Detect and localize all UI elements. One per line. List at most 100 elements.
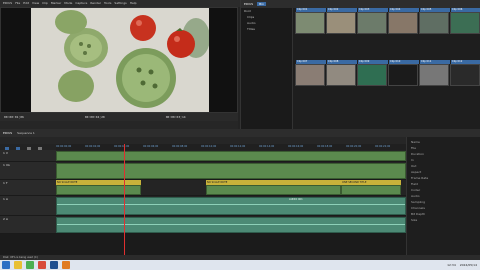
audio-clip[interactable]: AUDIO 001 bbox=[56, 197, 406, 215]
bin-clip-label: Clip 009 bbox=[358, 60, 388, 64]
track-name: 1 A bbox=[3, 197, 8, 201]
video-clip[interactable] bbox=[56, 151, 406, 161]
audio-clip[interactable] bbox=[56, 217, 406, 233]
preview-monitor bbox=[0, 7, 238, 113]
bin-clip-label: Clip 003 bbox=[358, 8, 388, 12]
properties-panel: Name File Duration In Out Aspect Frame Rate Fie… bbox=[406, 137, 480, 255]
ruler-tick-label: 00:00:12;00 bbox=[230, 145, 246, 148]
video-clip[interactable] bbox=[341, 185, 401, 195]
video-clip[interactable] bbox=[56, 185, 141, 195]
bin-tab[interactable]: Bin bbox=[257, 2, 266, 6]
video-clip[interactable] bbox=[206, 185, 341, 195]
bin-clip-thumbnail[interactable]: Clip 005 bbox=[419, 8, 450, 34]
ruler-tick-label: 00:00:18;00 bbox=[317, 145, 333, 148]
bin-clip-thumbnail[interactable]: Clip 003 bbox=[357, 8, 388, 34]
property-row: Codec bbox=[411, 188, 421, 192]
bin-clip-thumbnail[interactable]: Clip 010 bbox=[388, 60, 419, 86]
ruler-tick-label: 00:00:00;00 bbox=[56, 145, 72, 148]
menu-item-marker[interactable]: Marker bbox=[51, 1, 61, 5]
track-name: 2 A bbox=[3, 217, 8, 221]
bin-clip-thumbnail[interactable]: Clip 002 bbox=[326, 8, 357, 34]
ruler-tick-label: 00:00:10;00 bbox=[201, 145, 217, 148]
menu-item-view[interactable]: View bbox=[32, 1, 39, 5]
bin-clip-thumbnail[interactable]: Clip 001 bbox=[295, 8, 326, 34]
lotus-pods-image bbox=[31, 8, 209, 112]
track-lane[interactable]: NO SCALE NOTE NO SCALE NOTE ONE SECOND TIT… bbox=[56, 180, 406, 196]
timecode-out: 00:00:04;20 bbox=[84, 115, 105, 119]
property-row: In bbox=[411, 158, 414, 162]
audio-waveform bbox=[57, 223, 405, 225]
browser-icon[interactable] bbox=[38, 261, 46, 269]
audio-clip-label: AUDIO 001 bbox=[289, 198, 303, 201]
transport-controls bbox=[0, 121, 238, 136]
ruler-tick-label: 00:00:16;00 bbox=[288, 145, 304, 148]
bin-clip-thumbnail[interactable]: Clip 004 bbox=[388, 8, 419, 34]
property-row: Channels bbox=[411, 206, 425, 210]
track-header[interactable]: 1 VA bbox=[0, 162, 56, 180]
edius-icon[interactable] bbox=[50, 261, 58, 269]
menu-item-clip[interactable]: Clip bbox=[42, 1, 48, 5]
bin-clip-thumbnail[interactable]: Clip 006 bbox=[450, 8, 480, 34]
preview-image bbox=[31, 8, 209, 112]
bin-clip-thumbnail[interactable]: Clip 012 bbox=[450, 60, 480, 86]
video-clip[interactable] bbox=[56, 163, 406, 179]
menu-item-help[interactable]: Help bbox=[130, 1, 137, 5]
property-row: Audio bbox=[411, 194, 420, 198]
bin-clip-label: Clip 005 bbox=[420, 8, 450, 12]
system-tray: 12:34 2024/05/14 bbox=[447, 260, 477, 270]
ruler-tick-label: 00:00:22;00 bbox=[375, 145, 391, 148]
ruler-tick-label: 00:00:20;00 bbox=[346, 145, 362, 148]
menu-item-edius[interactable]: EDIUS bbox=[3, 1, 12, 5]
menu-item-capture[interactable]: Capture bbox=[75, 1, 87, 5]
menu-item-mode[interactable]: Mode bbox=[64, 1, 72, 5]
explorer-icon[interactable] bbox=[14, 261, 22, 269]
track-header[interactable]: 1 V bbox=[0, 150, 56, 162]
bin-clip-label: Clip 007 bbox=[296, 60, 326, 64]
clock-time: 12:34 bbox=[447, 263, 456, 267]
app-icon[interactable] bbox=[26, 261, 34, 269]
property-row: Size bbox=[411, 218, 418, 222]
bin-panel: EDIUS Bin Root Clips Audio Titles Clip 001 C… bbox=[240, 0, 480, 129]
menu-item-file[interactable]: File bbox=[15, 1, 20, 5]
timecode-duration: 00:00:03;14 bbox=[165, 115, 186, 119]
menu-item-render[interactable]: Render bbox=[90, 1, 101, 5]
property-row: Frame Rate bbox=[411, 176, 429, 180]
property-row: Bit Depth bbox=[411, 212, 426, 216]
track-header[interactable]: 1 T bbox=[0, 180, 56, 196]
os-taskbar: 12:34 2024/05/14 bbox=[0, 260, 480, 270]
property-row: Out bbox=[411, 164, 417, 168]
property-row: Field bbox=[411, 182, 418, 186]
audio-waveform bbox=[57, 204, 405, 206]
sequence-tab[interactable]: Sequence 1 bbox=[17, 131, 35, 135]
menu-item-tools[interactable]: Tools bbox=[104, 1, 111, 5]
track-lane[interactable]: AUDIO 001 bbox=[56, 196, 406, 216]
property-row: Aspect bbox=[411, 170, 422, 174]
ruler-tick-label: 00:00:14;00 bbox=[259, 145, 275, 148]
property-row: File bbox=[411, 146, 417, 150]
track-lane[interactable] bbox=[56, 162, 406, 180]
menu-item-settings[interactable]: Settings bbox=[114, 1, 126, 5]
bin-tree-item[interactable]: Titles bbox=[241, 26, 292, 32]
track-name: 1 VA bbox=[3, 163, 10, 167]
bin-clip-grid: Clip 001 Clip 002 Clip 003 Clip 004 Clip 005… bbox=[295, 8, 480, 122]
bin-clip-thumbnail[interactable]: Clip 011 bbox=[419, 60, 450, 86]
bin-clip-label: Clip 004 bbox=[389, 8, 419, 12]
clock-date: 2024/05/14 bbox=[459, 263, 477, 267]
bin-clip-thumbnail[interactable]: Clip 009 bbox=[357, 60, 388, 86]
track-lane[interactable] bbox=[56, 216, 406, 234]
bin-clip-label: Clip 010 bbox=[389, 60, 419, 64]
timecode-in: 00:00:01;06 bbox=[4, 115, 24, 119]
start-icon[interactable] bbox=[2, 261, 10, 269]
media-icon[interactable] bbox=[62, 261, 70, 269]
playhead[interactable] bbox=[124, 144, 125, 255]
track-name: 1 V bbox=[3, 151, 8, 155]
menu-item-edit[interactable]: Edit bbox=[23, 1, 29, 5]
track-lane[interactable] bbox=[56, 150, 406, 162]
track-header[interactable]: 1 A bbox=[0, 196, 56, 216]
ruler-tick-label: 00:00:02;00 bbox=[85, 145, 101, 148]
bin-clip-thumbnail[interactable]: Clip 008 bbox=[326, 60, 357, 86]
track-header[interactable]: 2 A bbox=[0, 216, 56, 234]
timeline-toolbar: EDIUS Sequence 1 bbox=[0, 129, 480, 137]
bin-clip-label: Clip 008 bbox=[327, 60, 357, 64]
bin-clip-thumbnail[interactable]: Clip 007 bbox=[295, 60, 326, 86]
